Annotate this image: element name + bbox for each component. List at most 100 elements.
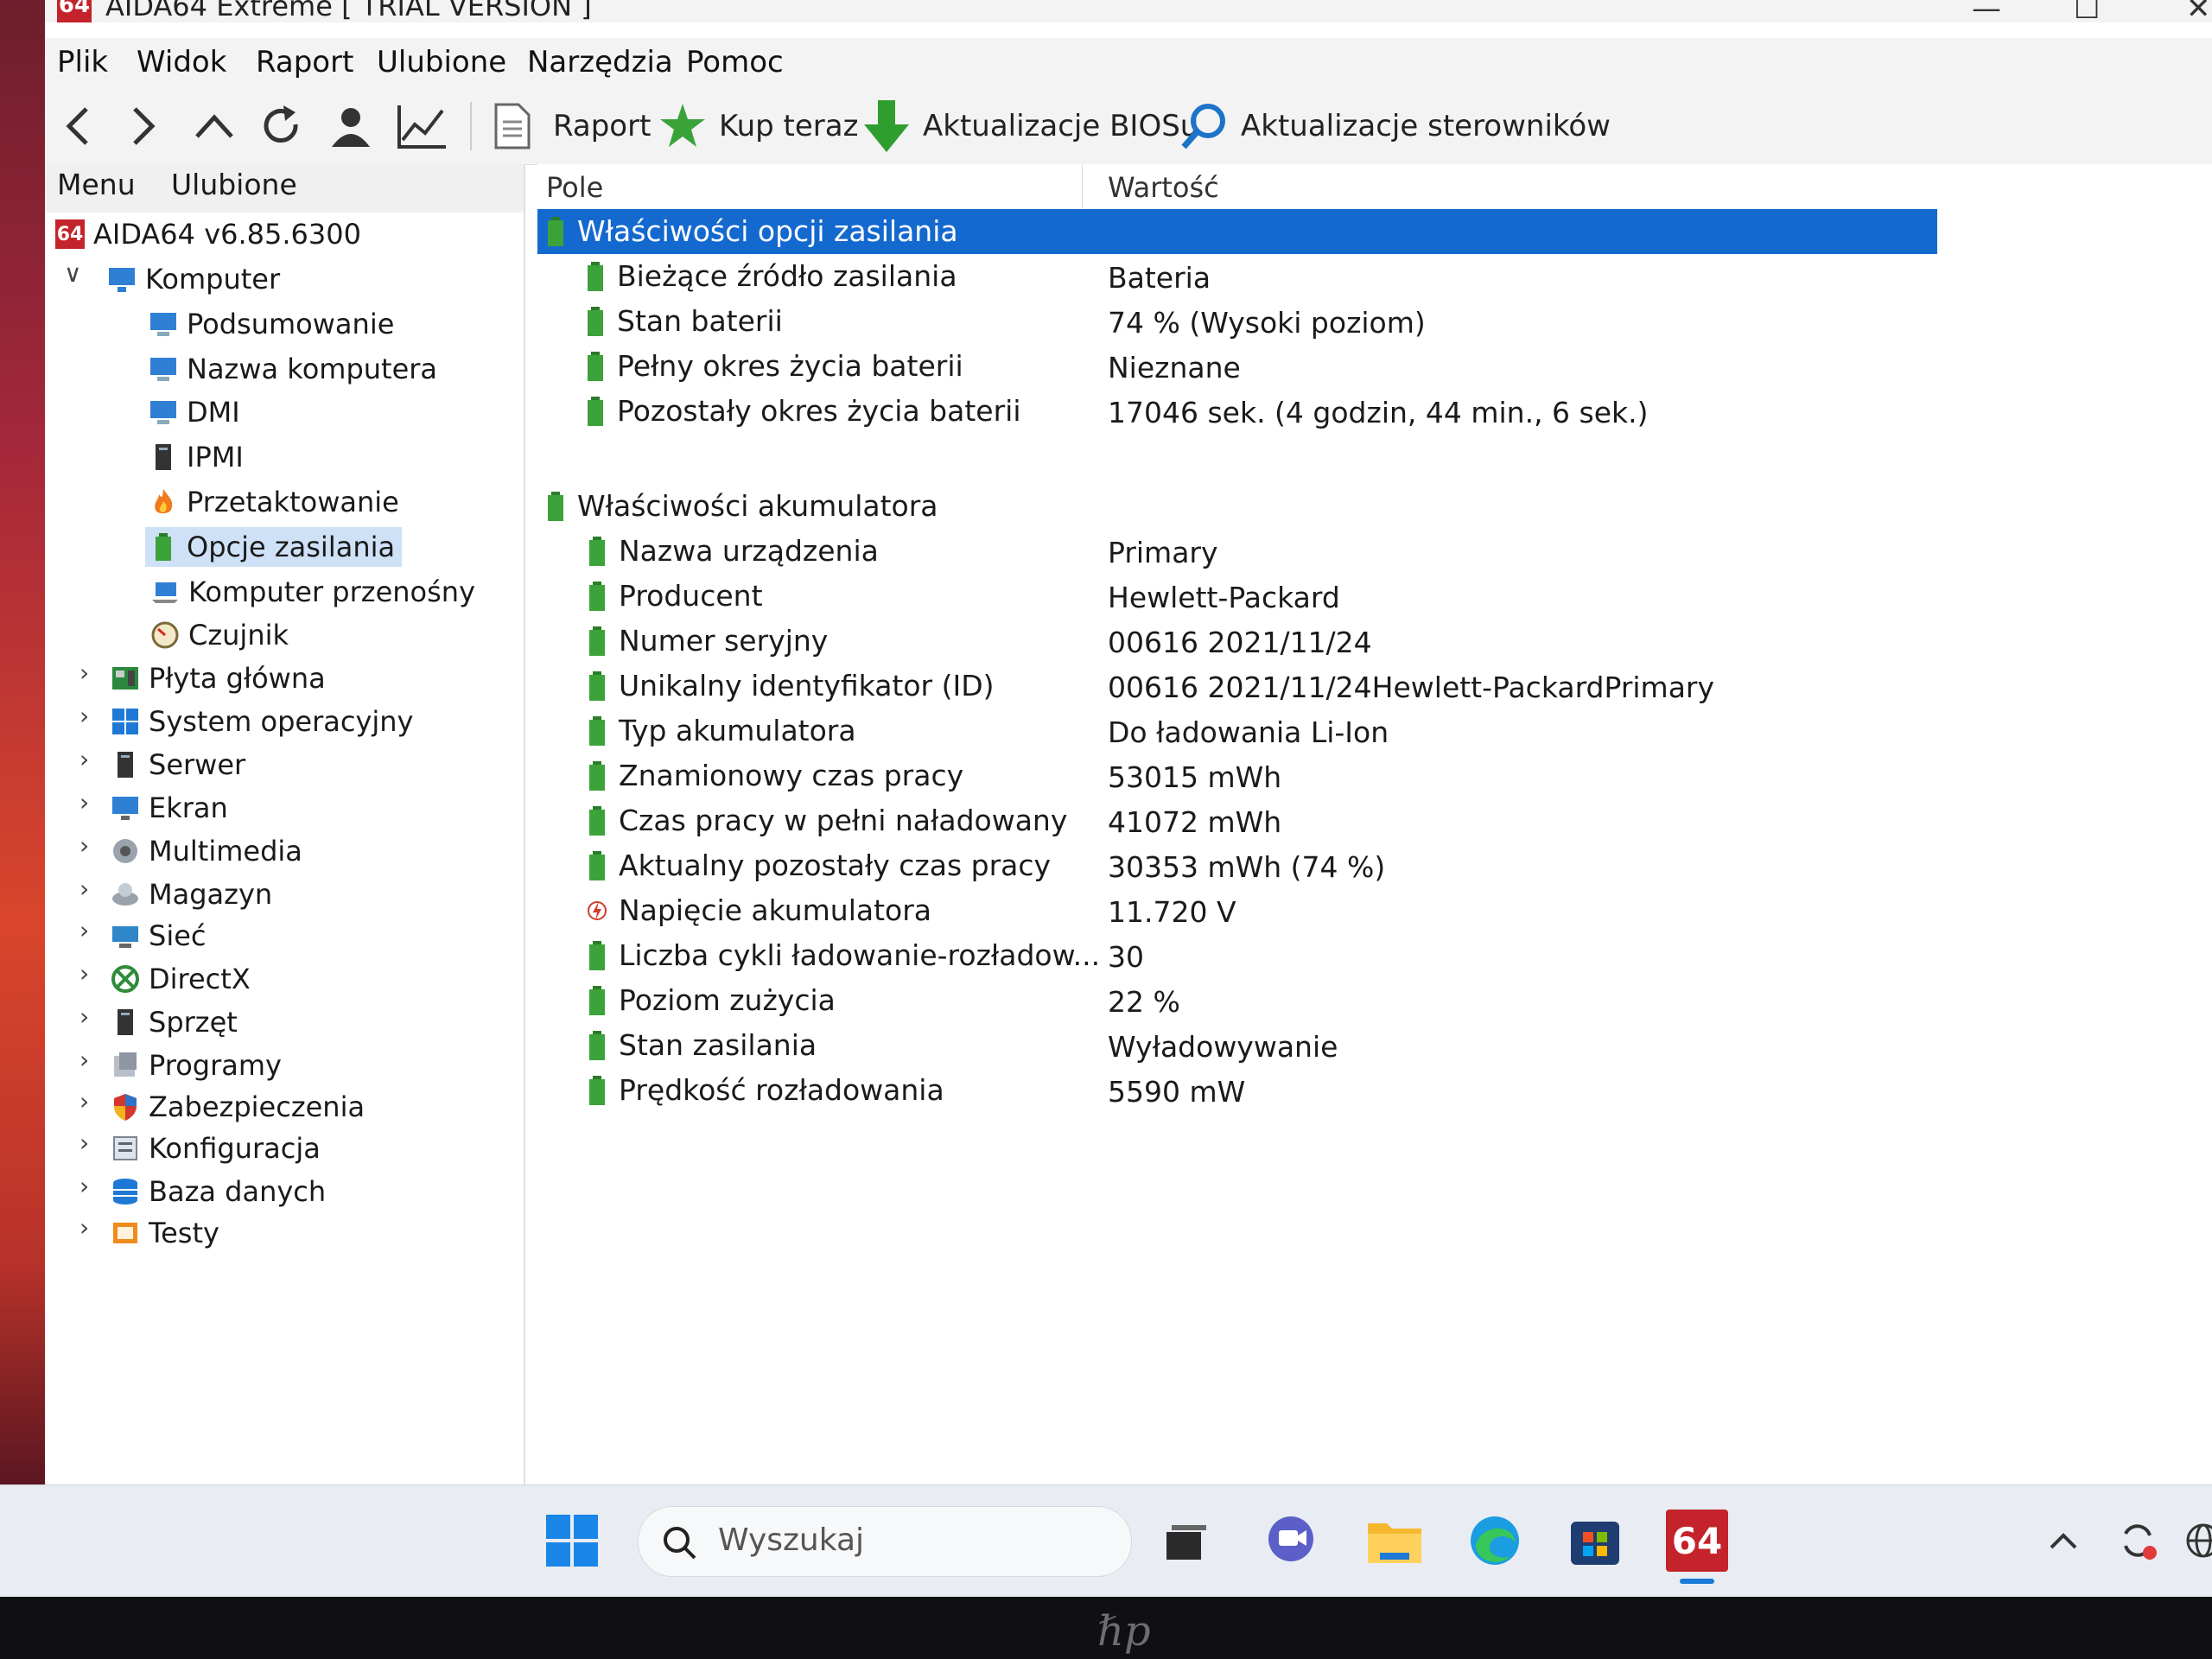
detail-row[interactable]: Bieżące źródło zasilania Bateria (537, 254, 1937, 299)
detail-row[interactable]: Typ akumulatora Do ładowania Li-Ion (537, 709, 1937, 753)
tree-item-portable[interactable]: Komputer przenośny (150, 572, 475, 612)
tree-item-ipmi[interactable]: IPMI (149, 437, 244, 477)
forward-button[interactable] (126, 100, 161, 152)
refresh-button[interactable] (257, 100, 306, 152)
detail-row[interactable]: Pełny okres życia baterii Nieznane (537, 344, 1937, 389)
tree-item-security[interactable]: Zabezpieczenia (111, 1087, 365, 1127)
detail-row[interactable]: Liczba cykli ładowanie-rozładow... 30 (537, 933, 1937, 978)
buy-now-button[interactable]: Kup teraz (657, 100, 858, 152)
column-field[interactable]: Pole (546, 171, 603, 204)
teams-chat-button[interactable] (1260, 1510, 1322, 1572)
tree-item-programs[interactable]: Programy (111, 1046, 282, 1085)
section-header[interactable]: Właściwości akumulatora (537, 484, 1937, 529)
menu-view[interactable]: Widok (137, 45, 226, 79)
field-label: Aktualny pozostały czas pracy (619, 849, 1052, 882)
expand-chevron-icon[interactable]: › (79, 916, 89, 944)
close-icon[interactable]: ✕ (2186, 0, 2211, 26)
detail-row[interactable]: Numer seryjny 00616 2021/11/24 (537, 619, 1937, 664)
expand-chevron-icon[interactable]: › (79, 1002, 89, 1031)
back-button[interactable] (60, 100, 95, 152)
expand-chevron-icon[interactable]: › (79, 702, 89, 730)
tree-item-computer-name[interactable]: Nazwa komputera (149, 349, 437, 389)
up-button[interactable] (190, 100, 238, 152)
sync-tray-button[interactable] (2107, 1510, 2169, 1572)
driver-update-button[interactable]: Aktualizacje sterowników (1179, 100, 1611, 152)
tree-item-server[interactable]: Serwer (111, 745, 245, 785)
menu-favorites[interactable]: Ulubione (377, 45, 506, 79)
detail-row[interactable]: Prędkość rozładowania 5590 mW (537, 1068, 1937, 1113)
tree-item-database[interactable]: Baza danych (111, 1172, 326, 1211)
tree-item-os[interactable]: System operacyjny (111, 702, 413, 741)
network-tray-button[interactable] (2172, 1510, 2212, 1572)
tree-item-display[interactable]: Ekran (111, 788, 228, 828)
tree-item-power-options[interactable]: Opcje zasilania (145, 527, 403, 567)
tree-item-directx[interactable]: DirectX (111, 959, 251, 999)
tree-item-multimedia[interactable]: Multimedia (111, 831, 302, 871)
detail-row[interactable]: Znamionowy czas pracy 53015 mWh (537, 753, 1937, 798)
menu-help[interactable]: Pomoc (686, 45, 784, 79)
menu-report[interactable]: Raport (256, 45, 353, 79)
tree-item-summary[interactable]: Podsumowanie (149, 304, 394, 344)
tab-menu[interactable]: Menu (57, 168, 136, 201)
tree-item-hardware[interactable]: Sprzęt (111, 1002, 238, 1042)
section-header[interactable]: Właściwości opcji zasilania (537, 209, 1937, 254)
bios-update-button[interactable]: Aktualizacje BIOSu (861, 100, 1198, 152)
tree-item-benchmarks[interactable]: Testy (111, 1213, 219, 1253)
store-button[interactable] (1564, 1510, 1626, 1572)
report-button[interactable]: Raport (493, 100, 651, 152)
expand-chevron-icon[interactable]: › (79, 745, 89, 773)
minimize-icon[interactable]: — (1972, 0, 2001, 26)
field-value: 00616 2021/11/24 (1108, 626, 1372, 659)
edge-browser-button[interactable] (1464, 1510, 1526, 1572)
tree-item-dmi[interactable]: DMI (149, 392, 240, 432)
expand-chevron-icon[interactable]: › (79, 788, 89, 817)
column-value[interactable]: Wartość (1108, 171, 1219, 204)
up-icon (195, 114, 233, 138)
tree-item-storage[interactable]: Magazyn (111, 874, 272, 914)
task-view-button[interactable] (1154, 1510, 1217, 1572)
start-button[interactable] (541, 1510, 603, 1572)
expand-chevron-icon[interactable]: › (79, 658, 89, 687)
battery-icon (156, 533, 171, 561)
detail-row[interactable]: Czas pracy w pełni naładowany 41072 mWh (537, 798, 1937, 843)
expand-chevron-icon[interactable]: › (79, 1213, 89, 1242)
tree-item-sensor[interactable]: Czujnik (150, 615, 289, 655)
taskbar-search[interactable]: Wyszukaj (638, 1506, 1132, 1577)
expand-chevron-icon[interactable]: › (79, 874, 89, 903)
detail-row[interactable]: Producent Hewlett-Packard (537, 574, 1937, 619)
show-hidden-icons-button[interactable] (2032, 1510, 2094, 1572)
tree-item-computer[interactable]: Komputer (107, 259, 280, 299)
tree-item-network[interactable]: Sieć (111, 916, 206, 956)
expand-chevron-icon[interactable]: › (79, 1046, 89, 1074)
menu-file[interactable]: Plik (57, 45, 108, 79)
chart-button[interactable] (396, 100, 448, 152)
expand-chevron-icon[interactable]: › (79, 1128, 89, 1157)
user-button[interactable] (327, 100, 375, 152)
tree-root-aida64[interactable]: 64 AIDA64 v6.85.6300 (55, 214, 361, 254)
battery-icon (588, 396, 603, 426)
detail-row[interactable]: Nazwa urządzenia Primary (537, 529, 1937, 574)
field-value: 00616 2021/11/24Hewlett-PackardPrimary (1108, 671, 1715, 704)
column-divider[interactable] (1082, 164, 1083, 209)
detail-row[interactable]: Napięcie akumulatora 11.720 V (537, 888, 1937, 933)
search-placeholder: Wyszukaj (718, 1522, 865, 1558)
tree-item-motherboard[interactable]: Płyta główna (111, 658, 326, 698)
detail-row[interactable]: Stan baterii 74 % (Wysoki poziom) (537, 299, 1937, 344)
detail-row[interactable]: Unikalny identyfikator (ID) 00616 2021/11… (537, 664, 1937, 709)
detail-row[interactable]: Pozostały okres życia baterii 17046 sek. … (537, 389, 1937, 434)
menu-tools[interactable]: Narzędzia (527, 45, 673, 79)
detail-row[interactable]: Aktualny pozostały czas pracy 30353 mWh (… (537, 843, 1937, 888)
tree-item-config[interactable]: Konfiguracja (111, 1128, 321, 1168)
expand-chevron-icon[interactable]: › (79, 831, 89, 860)
maximize-icon[interactable]: ☐ (2074, 0, 2100, 26)
detail-row[interactable]: Stan zasilania Wyładowywanie (537, 1023, 1937, 1068)
file-explorer-button[interactable] (1363, 1510, 1426, 1572)
expand-chevron-icon[interactable]: › (79, 1172, 89, 1200)
tree-item-overclock[interactable]: Przetaktowanie (149, 482, 399, 522)
aida64-taskbar-button[interactable]: 64 (1666, 1510, 1728, 1572)
collapse-chevron-icon[interactable]: ∨ (64, 259, 82, 288)
expand-chevron-icon[interactable]: › (79, 1087, 89, 1116)
expand-chevron-icon[interactable]: › (79, 959, 89, 988)
tab-favorites[interactable]: Ulubione (171, 168, 297, 201)
detail-row[interactable]: Poziom zużycia 22 % (537, 978, 1937, 1023)
